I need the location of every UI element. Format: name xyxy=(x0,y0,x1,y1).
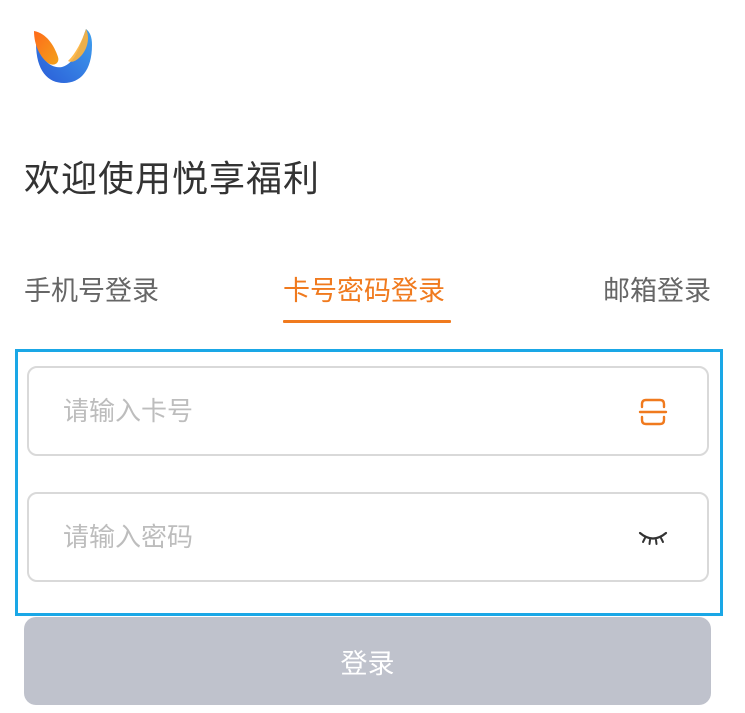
eye-closed-icon[interactable] xyxy=(637,522,669,554)
login-method-tabs: 手机号登录 卡号密码登录 邮箱登录 xyxy=(24,272,711,324)
password-field xyxy=(27,492,709,582)
card-number-input[interactable] xyxy=(61,368,625,456)
password-input[interactable] xyxy=(61,494,625,582)
scan-icon[interactable] xyxy=(637,396,669,428)
tab-card-password-login[interactable]: 卡号密码登录 xyxy=(283,272,445,312)
login-button[interactable]: 登录 xyxy=(24,617,711,705)
page-title: 欢迎使用悦享福利 xyxy=(24,159,321,200)
login-form xyxy=(15,349,723,616)
active-tab-indicator xyxy=(283,320,451,323)
card-number-field xyxy=(27,366,709,456)
tab-email-login[interactable]: 邮箱登录 xyxy=(603,272,711,312)
tab-phone-login[interactable]: 手机号登录 xyxy=(24,272,159,312)
app-logo-icon xyxy=(34,29,92,83)
